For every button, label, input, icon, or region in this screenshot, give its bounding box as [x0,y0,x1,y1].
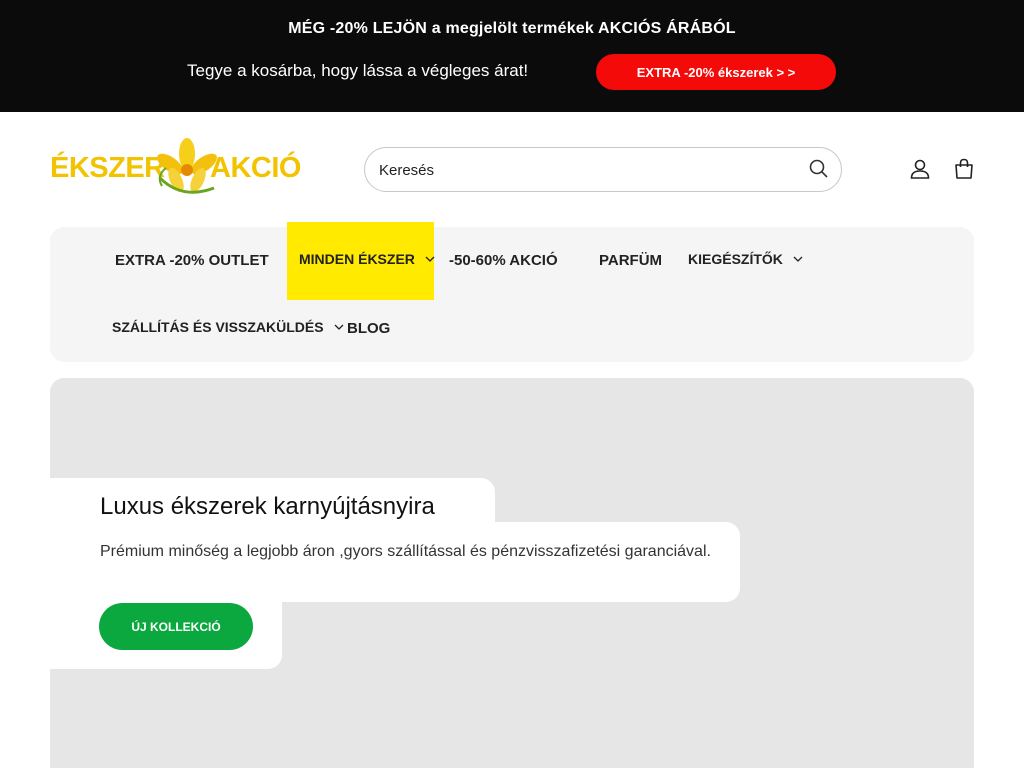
nav-item-label: EXTRA -20% OUTLET [115,252,269,269]
chevron-down-icon [425,256,435,262]
nav-item-minden-ekszer[interactable]: MINDEN ÉKSZER [299,251,435,267]
nav-item-label: PARFÜM [599,252,663,269]
nav-item-label: KIEGÉSZÍTŐK [688,251,783,267]
hero-title: Luxus ékszerek karnyújtásnyira [100,493,435,520]
nav-item-label: -50-60% AKCIÓ [449,252,558,269]
nav-item-label: BLOG [347,320,391,337]
extra-discount-button[interactable]: EXTRA -20% ékszerek > > [596,54,836,90]
logo-text-right: AKCIÓ [210,152,301,184]
announcement-headline: MÉG -20% LEJÖN a megjelölt termékek AKCI… [288,20,736,37]
nav-item-parfum[interactable]: PARFÜM [599,252,662,269]
announcement-bar: MÉG -20% LEJÖN a megjelölt termékek AKCI… [0,0,1024,112]
hero-subtitle: Prémium minőség a legjobb áron ,gyors sz… [100,543,711,560]
new-collection-button[interactable]: ÚJ KOLLEKCIÓ [99,603,253,650]
nav-item-label: MINDEN ÉKSZER [299,251,415,267]
account-icon[interactable] [908,157,932,181]
announcement-subline: Tegye a kosárba, hogy lássa a végleges á… [187,61,529,80]
nav-item-outlet[interactable]: EXTRA -20% OUTLET [115,252,269,269]
nav-item-kiegeszitok[interactable]: KIEGÉSZÍTŐK [688,251,803,267]
nav-item-akcio[interactable]: -50-60% AKCIÓ [449,252,558,269]
search-bar[interactable] [364,147,842,192]
chevron-down-icon [793,256,803,262]
logo-text-left: ÉKSZER [50,152,165,184]
main-navigation [50,227,974,362]
nav-item-label: SZÁLLÍTÁS ÉS VISSZAKÜLDÉS [112,319,324,335]
search-input[interactable] [379,158,779,182]
search-icon[interactable] [808,158,830,180]
nav-item-blog[interactable]: BLOG [347,320,390,337]
cart-icon[interactable] [952,157,976,181]
site-logo[interactable]: ÉKSZER AKCIÓ [50,138,302,202]
nav-item-szallitas[interactable]: SZÁLLÍTÁS ÉS VISSZAKÜLDÉS [112,319,344,335]
chevron-down-icon [334,324,344,330]
